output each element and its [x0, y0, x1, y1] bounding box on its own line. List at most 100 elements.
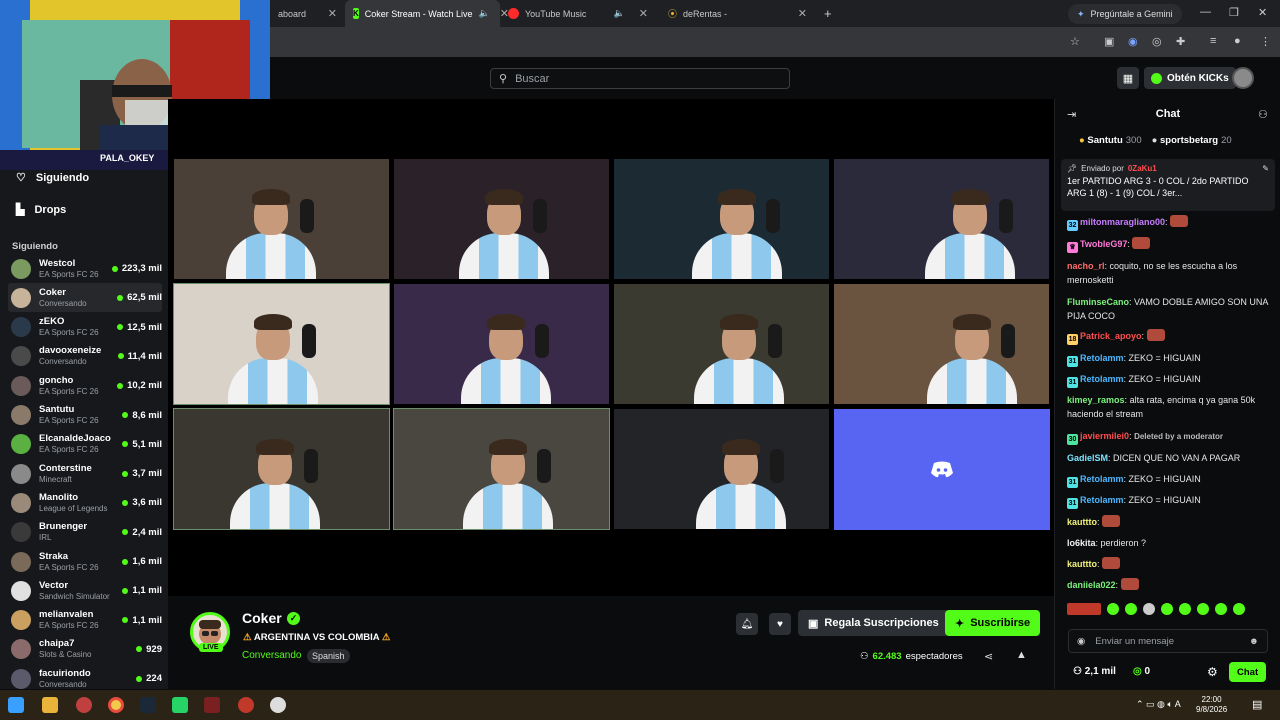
chat-username[interactable]: Patrick_apoyo [1080, 331, 1142, 341]
chat-username[interactable]: miltonmaragliano00 [1080, 217, 1165, 227]
video-player[interactable]: ↖ [168, 99, 1054, 613]
notification-icon[interactable]: ▤ [1252, 698, 1262, 711]
nav-drops[interactable]: ▙ Drops [16, 203, 66, 217]
emote-icon[interactable] [1179, 603, 1191, 615]
chat-settings-gear-icon[interactable]: ⚙ [1207, 665, 1218, 679]
sidebar-item-elcanaldejoaco[interactable]: ElcanaldeJoaco EA Sports FC 26 5,1 mil [8, 430, 162, 459]
app-icon[interactable] [204, 697, 220, 713]
chat-input[interactable]: ◉ Enviar un mensaje ☻ [1068, 629, 1268, 653]
puzzle-icon[interactable]: ✚ [1176, 35, 1185, 48]
extension-icon[interactable]: ▣ [1104, 35, 1114, 48]
chat-message[interactable]: 30 javiermilei0: Deleted by a moderator [1067, 429, 1273, 445]
chat-message[interactable]: FluminseCano: VAMO DOBLE AMIGO SON UNA P… [1067, 295, 1273, 323]
search-input[interactable]: Buscar [515, 73, 549, 85]
chat-username[interactable]: javiermilei0 [1080, 431, 1129, 441]
category-link[interactable]: Conversando [242, 650, 301, 661]
emote-icon[interactable] [1233, 603, 1245, 615]
channel-name[interactable]: Coker [242, 610, 282, 626]
sidebar-item-melianvalen[interactable]: melianvalen EA Sports FC 26 1,1 mil [8, 606, 162, 635]
emote-icon[interactable] [1143, 603, 1155, 615]
sidebar-item-manolito[interactable]: Manolito League of Legends 3,6 mil [8, 488, 162, 517]
chat-username[interactable]: kauttto [1067, 517, 1097, 527]
tab-derentas[interactable]: ⦿ deRentas - ✕ [660, 0, 815, 27]
windows-start-icon[interactable] [8, 697, 24, 713]
gemini-button[interactable]: ✦ Pregúntale a Gemini [1068, 4, 1182, 24]
get-kicks-button[interactable]: Obtén KICKs [1144, 67, 1236, 89]
layout-icon[interactable]: ▦ [1117, 67, 1139, 89]
channel-points[interactable]: ◎ 0 [1133, 666, 1150, 677]
chat-username[interactable]: Retolamm [1080, 495, 1124, 505]
chat-message[interactable]: 18 Patrick_apoyo: [1067, 329, 1273, 345]
chat-message[interactable]: kauttto: [1067, 515, 1273, 529]
sidebar-item-vector[interactable]: Vector Sandwich Simulator 1,1 mil [8, 576, 162, 605]
window-close-icon[interactable]: ✕ [1258, 6, 1267, 19]
gifter-item[interactable]: ● sportsbetarg 20 [1152, 135, 1232, 146]
chrome-icon[interactable] [108, 697, 124, 713]
emote-icon[interactable] [1197, 603, 1209, 615]
kebab-menu-icon[interactable]: ⋮ [1260, 35, 1271, 48]
app-icon[interactable] [238, 697, 254, 713]
close-icon[interactable]: ✕ [798, 7, 807, 20]
chat-message[interactable]: kimey_ramos: alta rata, encima q ya gana… [1067, 393, 1273, 421]
close-icon[interactable]: ✕ [639, 7, 648, 20]
emoji-icon[interactable]: ☻ [1249, 636, 1259, 647]
chat-settings-dot-icon[interactable]: ◉ [1077, 636, 1085, 647]
chat-message[interactable]: 31 Retolamm: ZEKO = HIGUAIN [1067, 472, 1273, 488]
tab-coker-stream[interactable]: K Coker Stream - Watch Live 🔈 ✕ [345, 0, 509, 27]
chat-message[interactable]: GadielSM: DICEN QUE NO VAN A PAGAR [1067, 451, 1273, 465]
follow-heart-icon[interactable]: ♥ [769, 613, 791, 635]
emote-icon[interactable] [1161, 603, 1173, 615]
chat-username[interactable]: Retolamm [1080, 374, 1124, 384]
emote-icon[interactable] [1125, 603, 1137, 615]
chat-message[interactable]: nacho_rl: coquito, no se les escucha a l… [1067, 259, 1273, 287]
chat-username[interactable]: lo6kita [1067, 538, 1096, 548]
report-icon[interactable]: ▲ [1016, 649, 1027, 661]
notifications-bell-icon[interactable]: 🔔︎ [736, 613, 758, 635]
minimize-icon[interactable]: — [1200, 6, 1211, 18]
nav-following[interactable]: ♡ Siguiendo [16, 171, 89, 185]
speaker-icon[interactable]: 🔈 [478, 8, 489, 19]
user-avatar[interactable] [1232, 67, 1254, 89]
chat-message[interactable]: lo6kita: perdieron ? [1067, 536, 1273, 550]
media-control-icon[interactable]: ≡ [1210, 35, 1216, 47]
gift-subs-button[interactable]: ▣ Regala Suscripciones [798, 610, 949, 636]
app-icon[interactable] [76, 697, 92, 713]
sidebar-item-straka[interactable]: Straka EA Sports FC 26 1,6 mil [8, 547, 162, 576]
whatsapp-icon[interactable] [172, 697, 188, 713]
emote-icon[interactable] [1107, 603, 1119, 615]
chat-username[interactable]: TwobleG97 [1080, 239, 1127, 249]
chat-username[interactable]: nacho_rl [1067, 261, 1105, 271]
file-explorer-icon[interactable] [42, 697, 58, 713]
chat-username[interactable]: Retolamm [1080, 353, 1124, 363]
chat-send-button[interactable]: Chat [1229, 662, 1267, 682]
chat-username[interactable]: kauttto [1067, 559, 1097, 569]
chat-message[interactable]: 31 Retolamm: ZEKO = HIGUAIN [1067, 493, 1273, 509]
steam-icon[interactable] [140, 697, 156, 713]
search-bar[interactable]: ⚲ Buscar [490, 68, 790, 89]
sidebar-item-conterstine[interactable]: Conterstine Minecraft 3,7 mil [8, 459, 162, 488]
emote-icon[interactable] [1067, 603, 1101, 615]
sidebar-item-goncho[interactable]: goncho EA Sports FC 26 10,2 mil [8, 371, 162, 400]
extension-icon[interactable]: ◉ [1128, 35, 1138, 48]
sidebar-item-westcol[interactable]: Westcol EA Sports FC 26 223,3 mil [8, 254, 162, 283]
chat-message[interactable]: 31 Retolamm: ZEKO = HIGUAIN [1067, 372, 1273, 388]
sidebar-item-zeko[interactable]: zEKO EA Sports FC 26 12,5 mil [8, 313, 162, 342]
sidebar-item-chaipa7[interactable]: chaipa7 Slots & Casino 929 [8, 635, 162, 664]
maximize-icon[interactable]: ❐ [1229, 6, 1239, 19]
clock-app-icon[interactable] [270, 697, 286, 713]
chat-message[interactable]: daniiela022: [1067, 578, 1273, 592]
emote-icon[interactable] [1215, 603, 1227, 615]
chat-username[interactable]: daniiela022 [1067, 580, 1116, 590]
sidebar-item-santutu[interactable]: Santutu EA Sports FC 26 8,6 mil [8, 401, 162, 430]
share-icon[interactable]: ⋖ [984, 650, 993, 663]
bookmark-star-icon[interactable]: ☆ [1070, 35, 1080, 48]
sidebar-item-davooxeneize[interactable]: davooxeneize Conversando 11,4 mil [8, 342, 162, 371]
tab-dashboard[interactable]: aboard ✕ [270, 0, 345, 27]
chat-message[interactable]: 31 Retolamm: ZEKO = HIGUAIN [1067, 351, 1273, 367]
tray-icons[interactable]: ⌃ ▭ ◍ 🔈︎ A [1136, 699, 1181, 710]
tab-youtube-music[interactable]: YouTube Music 🔈 ✕ [500, 0, 656, 27]
chat-message[interactable]: 32 miltonmaragliano00: [1067, 215, 1273, 231]
extension-icon[interactable]: ◎ [1152, 35, 1162, 48]
gifter-item[interactable]: ● Santutu 300 [1079, 135, 1142, 146]
chat-username[interactable]: kimey_ramos [1067, 395, 1125, 405]
